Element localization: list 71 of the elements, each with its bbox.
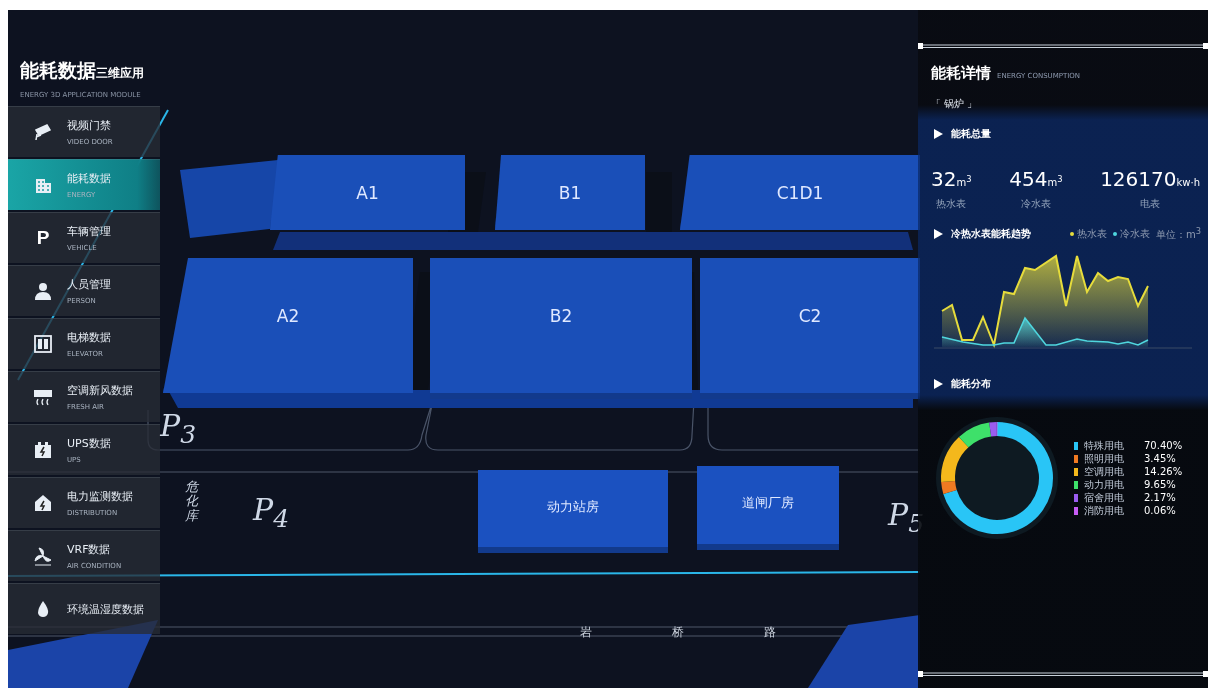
person-icon [33,281,53,301]
unit-note: 单位：m$^{3}$ [1155,225,1201,243]
stat-label: 电表 [1140,197,1161,211]
sidebar-item[interactable]: 环境温湿度数据 [8,583,160,634]
legend-label: 消防用电 [1084,503,1125,518]
sidebar-item-label: 视频门禁 [67,118,112,133]
stat-label: 热水表 [936,197,967,211]
fan-icon [33,546,53,566]
legend-label: 空调用电 [1084,464,1125,479]
stat-value: 126170 [1100,167,1177,191]
area-label: 危化库 [185,480,198,523]
building-label: 动力站房 [546,498,600,516]
sidebar-item-label: 人员管理 [67,277,111,292]
legend-label: 冷水表 [1119,227,1150,241]
building-block[interactable] [270,155,465,230]
legend-value: 2.17% [1144,492,1176,503]
app-title: 能耗数据 [20,58,96,83]
building-label: C2 [797,306,823,326]
parking-icon: P [36,228,50,248]
road-label: 岩 桥 路 [580,624,814,641]
building-label: A1 [355,183,380,203]
stat-label: 冷水表 [1020,197,1051,211]
sidebar-item-label: UPS数据 [67,436,111,451]
play-icon [934,379,943,389]
parking-marker: P$_{5}$ [888,497,925,538]
legend-label: 特殊用电 [1084,438,1125,453]
legend-value: 70.40% [1144,440,1183,451]
legend-value: 3.45% [1144,453,1176,464]
sidebar-item-label: VRF数据 [67,542,112,557]
sidebar-item-label: 能耗数据 [67,171,111,186]
sidebar-item-label: 电力监测数据 [67,489,133,504]
stat-unit: m$^{3}$ [956,173,972,188]
section-title: 能耗分布 [951,377,991,391]
building-label: B1 [557,183,583,203]
building-label: C1D1 [775,183,825,203]
play-icon [934,229,943,239]
building-block[interactable] [495,155,645,230]
legend-value: 14.26% [1144,466,1183,477]
stat-value: 32 [931,167,957,191]
app-title-suffix: 三维应用 [96,66,144,82]
stat-value: 454 [1009,167,1048,191]
legend-label: 宿舍用电 [1084,490,1125,505]
air-conditioner-icon [33,387,53,407]
sidebar-item-label: 空调新风数据 [67,383,133,398]
sidebar-item-label: 车辆管理 [67,224,111,239]
legend-label: 照明用电 [1084,451,1125,466]
building-label: 道闸厂房 [741,494,795,512]
section-title: 冷热水表能耗趋势 [951,227,1031,241]
building-label: A2 [275,306,301,326]
parking-marker: P$_{4}$ [253,492,290,533]
house-bolt-icon [33,493,53,513]
elevator-icon [33,334,53,354]
walkway [646,172,672,232]
parking-marker: P$_{3}$ [160,408,197,449]
building-label: B2 [548,306,574,326]
stat-unit: kw·h [1176,177,1200,188]
panel-title: 能耗详情 [931,64,991,83]
device-name: 「 锅炉 」 [930,97,979,111]
section-title: 能耗总量 [951,127,991,141]
building-block[interactable] [163,258,413,393]
building-block[interactable] [680,155,920,230]
sidebar-item-label: 电梯数据 [67,330,111,345]
legend-label: 动力用电 [1084,477,1125,492]
legend-value: 9.65% [1144,479,1176,490]
legend-value: 0.06% [1144,505,1176,516]
play-icon [934,129,943,139]
battery-icon [33,440,53,460]
camera-icon [33,122,53,142]
stat-unit: m$^{3}$ [1047,173,1063,188]
legend-label: 热水表 [1076,227,1107,241]
sidebar-item-label: 环境温湿度数据 [67,601,144,617]
